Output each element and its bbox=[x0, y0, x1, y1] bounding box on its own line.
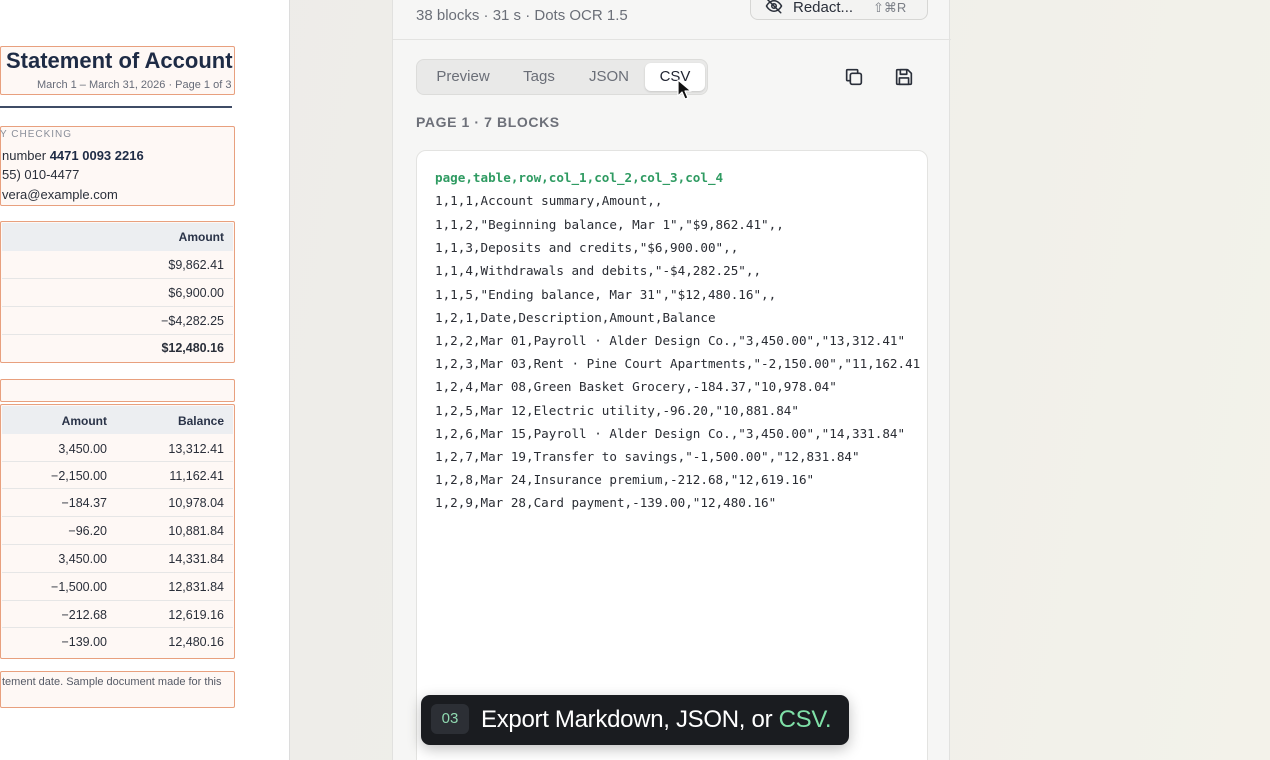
transactions-header-balance: Balance bbox=[177, 414, 224, 428]
copy-icon[interactable] bbox=[843, 66, 865, 88]
csv-output[interactable]: page,table,row,col_1,col_2,col_3,col_4 1… bbox=[416, 150, 928, 760]
document-footnote: tement date. Sample document made for th… bbox=[2, 676, 222, 688]
csv-line: 1,1,4,Withdrawals and debits,"-$4,282.25… bbox=[435, 263, 762, 278]
transactions-header-amount: Amount bbox=[61, 414, 107, 428]
tab-tags[interactable]: Tags bbox=[505, 63, 573, 91]
row-divider bbox=[2, 306, 233, 307]
txn-balance: 12,619.16 bbox=[168, 608, 224, 622]
csv-line: 1,2,5,Mar 12,Electric utility,-96.20,"10… bbox=[435, 403, 799, 418]
save-icon[interactable] bbox=[893, 66, 915, 88]
row-divider bbox=[2, 627, 233, 628]
txn-amount: −96.20 bbox=[68, 524, 107, 538]
row-divider bbox=[2, 572, 233, 573]
eye-off-icon bbox=[765, 0, 783, 14]
summary-value: −$4,282.25 bbox=[161, 314, 224, 328]
summary-header-amount: Amount bbox=[178, 230, 224, 244]
account-number-line: number 4471 0093 2216 bbox=[2, 148, 144, 163]
document-preview-pane: Statement of Account March 1 – March 31,… bbox=[0, 0, 290, 760]
row-divider bbox=[2, 334, 233, 335]
account-email: vera@example.com bbox=[2, 187, 118, 202]
tab-preview[interactable]: Preview bbox=[421, 63, 505, 91]
row-divider bbox=[2, 278, 233, 279]
csv-line: 1,2,1,Date,Description,Amount,Balance bbox=[435, 310, 716, 325]
caption-accent-text: CSV. bbox=[778, 706, 832, 733]
ocr-result-panel: 38 blocks · 31 s · Dots OCR 1.5 Redact..… bbox=[392, 0, 951, 760]
account-number-prefix: number bbox=[2, 148, 47, 163]
document-divider bbox=[0, 106, 232, 108]
view-tabs: Preview Tags JSON CSV bbox=[416, 59, 708, 95]
account-number: 4471 0093 2216 bbox=[49, 148, 144, 163]
txn-amount: −2,150.00 bbox=[51, 469, 107, 483]
row-divider bbox=[2, 516, 233, 517]
tab-csv[interactable]: CSV bbox=[645, 63, 705, 91]
page-blocks-label: PAGE 1 · 7 BLOCKS bbox=[416, 114, 560, 130]
txn-balance: 10,978.04 bbox=[168, 496, 224, 510]
step-caption-text: Export Markdown, JSON, or CSV. bbox=[481, 706, 832, 734]
row-divider bbox=[2, 461, 233, 462]
panel-topbar: 38 blocks · 31 s · Dots OCR 1.5 Redact..… bbox=[393, 0, 951, 40]
summary-value-total: $12,480.16 bbox=[161, 341, 224, 355]
summary-value: $9,862.41 bbox=[168, 258, 224, 272]
cursor-arrow-icon bbox=[677, 79, 692, 100]
caption-main-text: Export Markdown, JSON, or bbox=[481, 706, 779, 733]
ocr-block-transactions-heading[interactable] bbox=[0, 379, 235, 402]
txn-balance: 13,312.41 bbox=[168, 442, 224, 456]
csv-line: 1,1,2,"Beginning balance, Mar 1","$9,862… bbox=[435, 217, 784, 232]
csv-header-line: page,table,row,col_1,col_2,col_3,col_4 bbox=[435, 170, 724, 185]
txn-balance: 10,881.84 bbox=[168, 524, 224, 538]
txn-balance: 12,831.84 bbox=[168, 580, 224, 594]
redact-button-label: Redact... bbox=[793, 0, 854, 16]
account-type-label: Y CHECKING bbox=[0, 129, 73, 140]
row-divider bbox=[2, 488, 233, 489]
txn-balance: 12,480.16 bbox=[168, 635, 224, 649]
ocr-stats: 38 blocks · 31 s · Dots OCR 1.5 bbox=[416, 7, 628, 24]
row-divider bbox=[2, 600, 233, 601]
csv-line: 1,2,2,Mar 01,Payroll · Alder Design Co.,… bbox=[435, 333, 906, 348]
document-title: Statement of Account bbox=[6, 48, 233, 73]
csv-line: 1,2,7,Mar 19,Transfer to savings,"-1,500… bbox=[435, 449, 860, 464]
txn-balance: 11,162.41 bbox=[169, 469, 224, 483]
csv-line: 1,2,3,Mar 03,Rent · Pine Court Apartment… bbox=[435, 356, 921, 371]
txn-amount: 3,450.00 bbox=[58, 442, 107, 456]
txn-amount: −212.68 bbox=[61, 608, 107, 622]
document-page: Statement of Account March 1 – March 31,… bbox=[0, 0, 250, 760]
csv-line: 1,1,1,Account summary,Amount,, bbox=[435, 193, 663, 208]
row-divider bbox=[2, 544, 233, 545]
step-caption: 03 Export Markdown, JSON, or CSV. bbox=[421, 695, 849, 745]
summary-value: $6,900.00 bbox=[168, 286, 224, 300]
csv-line: 1,2,6,Mar 15,Payroll · Alder Design Co.,… bbox=[435, 426, 906, 441]
csv-line: 1,2,8,Mar 24,Insurance premium,-212.68,"… bbox=[435, 472, 815, 487]
account-phone: 55) 010-4477 bbox=[2, 167, 80, 182]
redact-button[interactable]: Redact... ⇧⌘R bbox=[750, 0, 928, 20]
txn-amount: −184.37 bbox=[61, 496, 107, 510]
document-subtitle: March 1 – March 31, 2026 · Page 1 of 3 bbox=[37, 79, 232, 91]
csv-line: 1,1,5,"Ending balance, Mar 31","$12,480.… bbox=[435, 287, 777, 302]
txn-balance: 14,331.84 bbox=[168, 552, 224, 566]
txn-amount: 3,450.00 bbox=[58, 552, 107, 566]
csv-line: 1,2,9,Mar 28,Card payment,-139.00,"12,48… bbox=[435, 495, 777, 510]
step-number-badge: 03 bbox=[431, 704, 469, 734]
tab-json[interactable]: JSON bbox=[573, 63, 645, 91]
csv-line: 1,2,4,Mar 08,Green Basket Grocery,-184.3… bbox=[435, 379, 837, 394]
txn-amount: −1,500.00 bbox=[51, 580, 107, 594]
txn-amount: −139.00 bbox=[61, 635, 107, 649]
csv-line: 1,1,3,Deposits and credits,"$6,900.00",, bbox=[435, 240, 739, 255]
redact-shortcut: ⇧⌘R bbox=[873, 0, 907, 15]
